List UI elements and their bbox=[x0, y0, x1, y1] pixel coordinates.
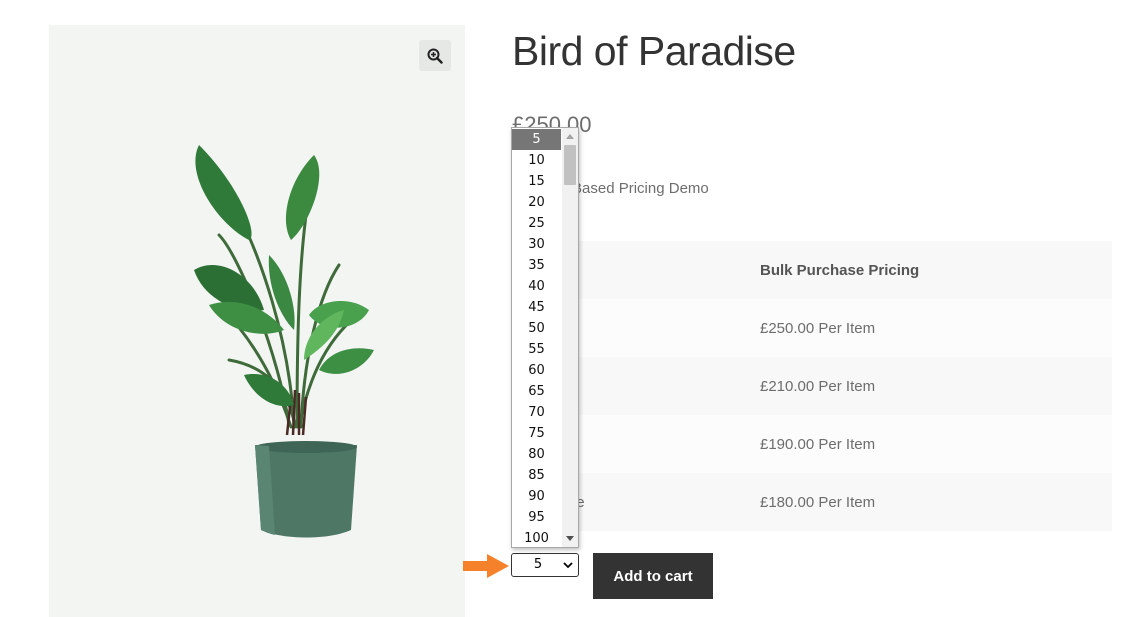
dropdown-option[interactable]: 65 bbox=[512, 381, 561, 402]
chevron-down-icon bbox=[563, 562, 573, 569]
dropdown-option[interactable]: 45 bbox=[512, 297, 561, 318]
dropdown-option[interactable]: 80 bbox=[512, 444, 561, 465]
dropdown-option[interactable]: 35 bbox=[512, 255, 561, 276]
dropdown-option[interactable]: 90 bbox=[512, 486, 561, 507]
column-header-pricing: Bulk Purchase Pricing bbox=[760, 241, 1112, 299]
scroll-down-arrow-icon[interactable] bbox=[566, 536, 574, 542]
zoom-button[interactable] bbox=[419, 40, 451, 71]
dropdown-option[interactable]: 15 bbox=[512, 171, 561, 192]
dropdown-option[interactable]: 40 bbox=[512, 276, 561, 297]
dropdown-option[interactable]: 100 bbox=[512, 528, 561, 547]
price-cell: £180.00 Per Item bbox=[760, 473, 1112, 531]
table-row: 5 - 9 £210.00 Per Item bbox=[512, 357, 1112, 415]
bulk-pricing-table: Quantity Bulk Purchase Pricing 1 - 4 £25… bbox=[512, 241, 1112, 531]
dropdown-option[interactable]: 70 bbox=[512, 402, 561, 423]
table-row: 20 or more £180.00 Per Item bbox=[512, 473, 1112, 531]
scrollbar-thumb[interactable] bbox=[564, 145, 576, 185]
dropdown-option[interactable]: 50 bbox=[512, 318, 561, 339]
price-cell: £190.00 Per Item bbox=[760, 415, 1112, 473]
dropdown-option[interactable]: 95 bbox=[512, 507, 561, 528]
dropdown-option[interactable]: 10 bbox=[512, 150, 561, 171]
product-gallery bbox=[49, 25, 465, 617]
dropdown-option[interactable]: 30 bbox=[512, 234, 561, 255]
table-row: 1 - 4 £250.00 Per Item bbox=[512, 299, 1112, 357]
dropdown-scrollbar[interactable] bbox=[562, 128, 578, 547]
dropdown-option[interactable]: 75 bbox=[512, 423, 561, 444]
quantity-dropdown-list[interactable]: 5 10 15 20 25 30 35 40 45 50 55 60 65 70 75 80 85 90 95 100 bbox=[511, 127, 579, 548]
dropdown-option[interactable]: 85 bbox=[512, 465, 561, 486]
price-cell: £250.00 Per Item bbox=[760, 299, 1112, 357]
add-to-cart-button[interactable]: Add to cart bbox=[593, 553, 713, 599]
quantity-select-value: 5 bbox=[533, 557, 543, 572]
scroll-up-arrow-icon[interactable] bbox=[566, 133, 574, 139]
price-cell: £210.00 Per Item bbox=[760, 357, 1112, 415]
orange-arrow-right-icon bbox=[463, 554, 509, 578]
dropdown-option[interactable]: 20 bbox=[512, 192, 561, 213]
table-header-row: Quantity Bulk Purchase Pricing bbox=[512, 241, 1112, 299]
product-image[interactable] bbox=[179, 135, 409, 545]
table-row: 10 - 19 £190.00 Per Item bbox=[512, 415, 1112, 473]
dropdown-option[interactable]: 55 bbox=[512, 339, 561, 360]
dropdown-option[interactable]: 25 bbox=[512, 213, 561, 234]
dropdown-option[interactable]: 5 bbox=[512, 129, 561, 150]
quantity-select[interactable]: 5 bbox=[511, 553, 579, 577]
zoom-in-icon bbox=[427, 48, 443, 64]
product-title: Bird of Paradise bbox=[512, 28, 796, 74]
dropdown-option[interactable]: 60 bbox=[512, 360, 561, 381]
